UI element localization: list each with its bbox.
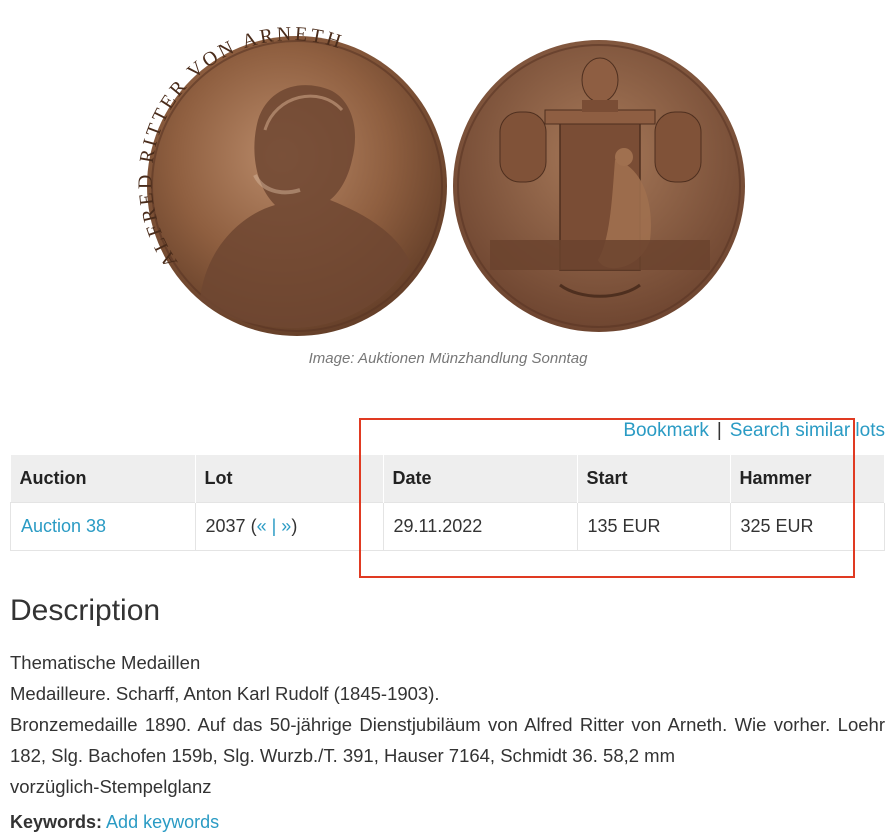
lot-table: Auction Lot Date Start Hammer Auction 38… xyxy=(10,455,885,551)
lot-number: 2037 xyxy=(205,516,246,536)
add-keywords-link[interactable]: Add keywords xyxy=(106,812,219,832)
start-price-cell: 135 EUR xyxy=(576,502,731,551)
medal-reverse xyxy=(453,40,745,332)
previous-lot-link[interactable]: « xyxy=(257,516,267,536)
image-caption: Image: Auktionen Münzhandlung Sonntag xyxy=(308,350,588,367)
header-lot: Lot xyxy=(195,455,384,503)
medal-obverse: ALFRED RITTER VON ARNETH xyxy=(135,23,447,336)
lot-cell: 2037 (« | ») xyxy=(194,502,384,551)
lot-paren-close: ) xyxy=(291,516,298,536)
hammer-price-cell: 325 EUR xyxy=(729,502,885,551)
description-line: Thematische Medaillen xyxy=(10,652,201,673)
search-similar-link[interactable]: Search similar lots xyxy=(730,420,885,441)
coin-image: ALFRED RITTER VON ARNETH xyxy=(135,23,745,336)
description-body: Thematische Medaillen Medailleure. Schar… xyxy=(10,647,885,802)
header-start: Start xyxy=(577,455,731,503)
description-line: vorzüglich-Stempelglanz xyxy=(10,776,212,797)
auction-cell: Auction 38 xyxy=(10,502,196,551)
auction-link[interactable]: Auction 38 xyxy=(21,516,106,536)
header-auction: Auction xyxy=(10,455,196,503)
actions-separator: | xyxy=(716,420,722,441)
description-line: Medailleure. Scharff, Anton Karl Rudolf … xyxy=(10,683,440,704)
description-line: Bronzemedaille 1890. Auf das 50-jährige … xyxy=(10,714,885,766)
table-header-row: Auction Lot Date Start Hammer xyxy=(10,455,885,503)
date-cell: 29.11.2022 xyxy=(382,502,578,551)
lot-actions: Bookmark | Search similar lots xyxy=(623,420,885,442)
lot-nav-separator: | xyxy=(271,516,277,536)
description-title: Description xyxy=(10,594,161,627)
bookmark-link[interactable]: Bookmark xyxy=(623,420,709,441)
keywords-label: Keywords: xyxy=(10,812,103,832)
header-hammer: Hammer xyxy=(730,455,885,503)
table-row: Auction 38 2037 (« | ») 29.11.2022 135 E… xyxy=(10,502,885,551)
next-lot-link[interactable]: » xyxy=(281,516,291,536)
header-date: Date xyxy=(383,455,578,503)
